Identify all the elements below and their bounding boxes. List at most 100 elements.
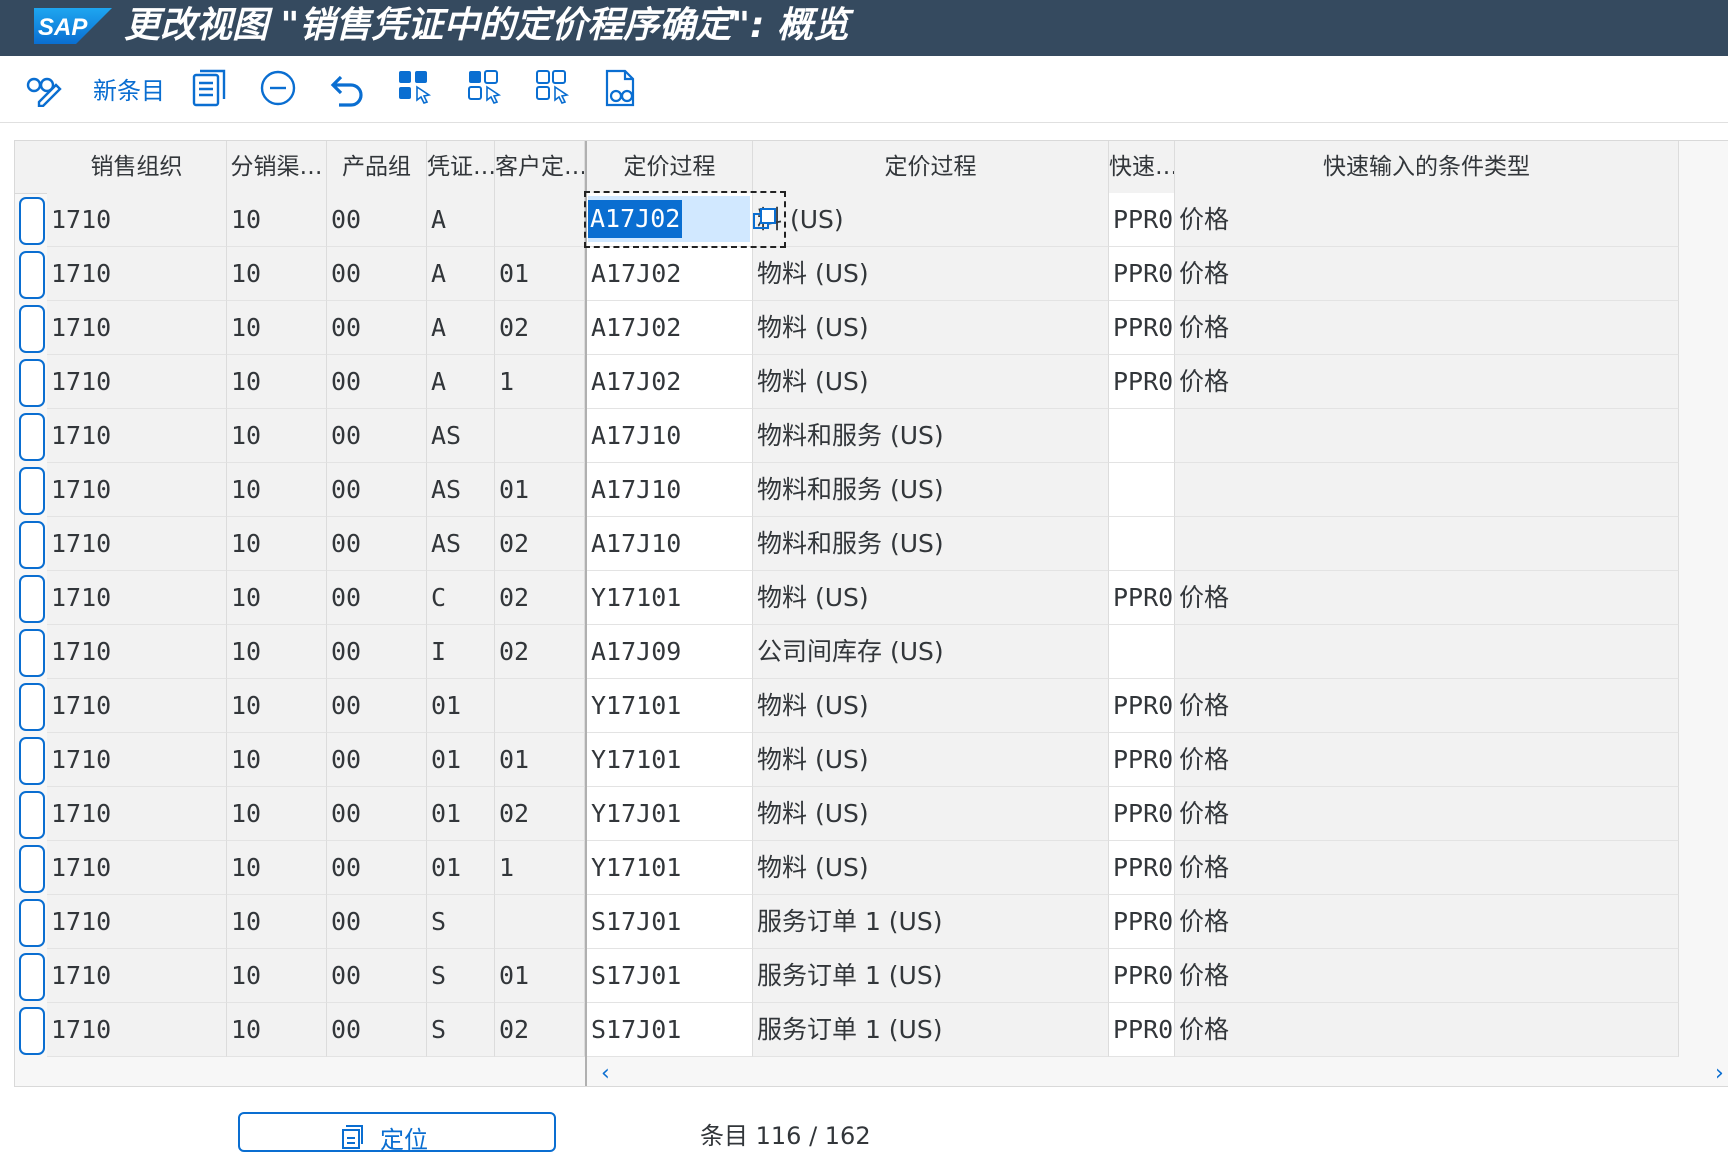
table-row: 1710 10 00 01 02 Y17J01 物料 (US) PPR0 价格 xyxy=(15,787,1679,841)
cell-sales-org: 1710 xyxy=(47,787,227,841)
cell-quick-entry[interactable]: PPR0 xyxy=(1109,571,1175,625)
delete-button[interactable] xyxy=(258,66,298,110)
undo-icon xyxy=(330,75,363,107)
cell-pricing-proc[interactable]: A17J09 xyxy=(587,625,753,679)
cell-quick-entry[interactable]: PPR0 xyxy=(1109,247,1175,301)
cell-pricing-proc[interactable]: A17J10 xyxy=(587,517,753,571)
cell-division: 00 xyxy=(327,193,427,247)
cell-pricing-proc[interactable]: S17J01 xyxy=(587,1003,753,1057)
cell-quick-entry[interactable]: PPR0 xyxy=(1109,787,1175,841)
cell-doc-pricing: S xyxy=(427,1003,495,1057)
row-selector[interactable] xyxy=(19,629,45,677)
row-selector[interactable] xyxy=(19,1007,45,1055)
row-selector[interactable] xyxy=(19,899,45,947)
cell-dist-channel: 10 xyxy=(227,247,327,301)
title-bar: SAP 更改视图 "销售凭证中的定价程序确定": 概览 xyxy=(0,0,1728,56)
scroll-right-button[interactable]: › xyxy=(1715,1061,1724,1086)
row-selector[interactable] xyxy=(19,197,45,245)
cell-pricing-proc[interactable]: Y17101 xyxy=(587,841,753,895)
row-selector[interactable] xyxy=(19,521,45,569)
cell-pricing-proc[interactable]: Y17J01 xyxy=(587,787,753,841)
display-change-button[interactable] xyxy=(24,66,64,110)
row-selector[interactable] xyxy=(19,575,45,623)
cell-pricing-proc[interactable]: Y17101 xyxy=(587,679,753,733)
cell-quick-entry[interactable]: PPR0 xyxy=(1109,949,1175,1003)
row-selector[interactable] xyxy=(19,683,45,731)
deselect-all-button[interactable] xyxy=(534,66,574,110)
cell-quick-entry-cond xyxy=(1175,409,1679,463)
cell-pricing-proc[interactable]: S17J01 xyxy=(587,895,753,949)
entry-counter: 条目 116 / 162 xyxy=(700,1122,871,1150)
cell-dist-channel: 10 xyxy=(227,355,327,409)
cell-pricing-proc[interactable]: Y17101 xyxy=(587,571,753,625)
cell-pricing-proc-desc: 物料 (US) xyxy=(753,787,1109,841)
cell-dist-channel: 10 xyxy=(227,301,327,355)
cell-quick-entry[interactable] xyxy=(1109,463,1175,517)
row-selector[interactable] xyxy=(19,953,45,1001)
row-selector[interactable] xyxy=(19,305,45,353)
cell-quick-entry[interactable] xyxy=(1109,625,1175,679)
cell-division: 00 xyxy=(327,571,427,625)
cell-dist-channel: 10 xyxy=(227,949,327,1003)
select-all-button[interactable] xyxy=(396,66,436,110)
row-selector[interactable] xyxy=(19,251,45,299)
cell-pricing-proc[interactable]: S17J01 xyxy=(587,949,753,1003)
header-doc-pricing[interactable]: 凭证… xyxy=(427,141,495,193)
position-button[interactable]: 定位 xyxy=(238,1112,556,1154)
header-quick-entry[interactable]: 快速… xyxy=(1109,141,1175,193)
cell-quick-entry-cond: 价格 xyxy=(1175,841,1679,895)
row-selector[interactable] xyxy=(19,845,45,893)
new-entries-button[interactable]: 新条目 xyxy=(92,66,166,110)
cell-cust-pricing xyxy=(495,895,585,949)
cell-quick-entry[interactable]: PPR0 xyxy=(1109,1003,1175,1057)
copy-document-icon xyxy=(192,69,226,107)
cell-division: 00 xyxy=(327,1003,427,1057)
row-selector[interactable] xyxy=(19,791,45,839)
cell-division: 00 xyxy=(327,733,427,787)
cell-sales-org: 1710 xyxy=(47,193,227,247)
cell-pricing-proc[interactable]: A17J02 xyxy=(587,301,753,355)
select-block-button[interactable] xyxy=(466,66,506,110)
cell-quick-entry[interactable]: PPR0 xyxy=(1109,679,1175,733)
cell-quick-entry-cond: 价格 xyxy=(1175,895,1679,949)
cell-doc-pricing: A xyxy=(427,355,495,409)
cell-doc-pricing: I xyxy=(427,625,495,679)
cell-quick-entry[interactable] xyxy=(1109,517,1175,571)
cell-division: 00 xyxy=(327,787,427,841)
cell-pricing-proc[interactable]: A17J02 xyxy=(587,355,753,409)
cell-pricing-proc[interactable]: A17J02 xyxy=(587,247,753,301)
copy-as-button[interactable] xyxy=(190,66,230,110)
print-preview-icon xyxy=(605,69,635,107)
cell-sales-org: 1710 xyxy=(47,571,227,625)
cell-quick-entry[interactable]: PPR0 xyxy=(1109,733,1175,787)
cell-doc-pricing: A xyxy=(427,247,495,301)
header-sales-org[interactable]: 销售组织 xyxy=(47,141,227,193)
cell-pricing-proc[interactable]: A17J10 xyxy=(587,409,753,463)
cell-sales-org: 1710 xyxy=(47,517,227,571)
scroll-left-button[interactable]: ‹ xyxy=(601,1061,610,1086)
row-selector[interactable] xyxy=(19,737,45,785)
header-division[interactable]: 产品组 xyxy=(327,141,427,193)
row-selector[interactable] xyxy=(19,413,45,461)
cell-quick-entry[interactable]: PPR0 xyxy=(1109,193,1175,247)
row-selector[interactable] xyxy=(19,359,45,407)
cell-quick-entry[interactable]: PPR0 xyxy=(1109,301,1175,355)
cell-pricing-proc[interactable]: A17J10 xyxy=(587,463,753,517)
cell-sales-org: 1710 xyxy=(47,355,227,409)
header-pricing-proc[interactable]: 定价过程 xyxy=(587,141,753,193)
header-dist-channel[interactable]: 分销渠… xyxy=(227,141,327,193)
header-quick-entry-cond[interactable]: 快速输入的条件类型 xyxy=(1175,141,1679,193)
cell-quick-entry[interactable]: PPR0 xyxy=(1109,841,1175,895)
cell-quick-entry[interactable] xyxy=(1109,409,1175,463)
cell-pricing-proc[interactable]: Y17101 xyxy=(587,733,753,787)
cell-quick-entry-cond xyxy=(1175,625,1679,679)
cell-quick-entry[interactable]: PPR0 xyxy=(1109,895,1175,949)
table-row: 1710 10 00 AS 01 A17J10 物料和服务 (US) xyxy=(15,463,1679,517)
row-selector[interactable] xyxy=(19,467,45,515)
print-preview-button[interactable] xyxy=(602,66,642,110)
fixed-column-divider xyxy=(585,141,587,1086)
undo-button[interactable] xyxy=(328,66,368,110)
header-cust-pricing[interactable]: 客户定… xyxy=(495,141,585,193)
header-pricing-proc-desc[interactable]: 定价过程 xyxy=(753,141,1109,193)
cell-quick-entry[interactable]: PPR0 xyxy=(1109,355,1175,409)
